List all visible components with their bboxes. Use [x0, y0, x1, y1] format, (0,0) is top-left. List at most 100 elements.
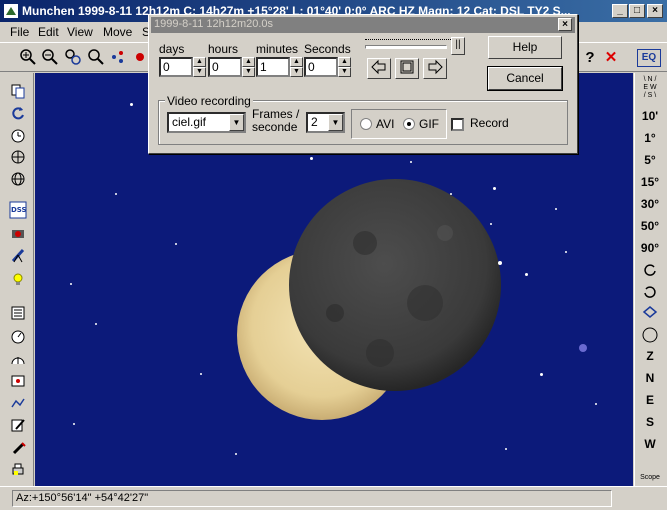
stop-button[interactable] [395, 58, 419, 79]
menu-view[interactable]: View [67, 25, 93, 39]
planet-dot[interactable] [579, 344, 587, 352]
hours-stepper[interactable]: 0 ▲ ▼ [208, 57, 256, 77]
fov-15deg-button[interactable]: 15° [635, 175, 665, 189]
scope-label[interactable]: Scope [635, 474, 665, 481]
hours-input[interactable]: 0 [208, 57, 242, 77]
chart-icon[interactable] [9, 373, 27, 391]
horizon-icon[interactable] [9, 351, 27, 369]
minutes-stepper[interactable]: 1 ▲ ▼ [256, 57, 304, 77]
right-toolbar: \ N / E W / S \ 10' 1° 5° 15° 30° 50° 90° … [634, 73, 667, 486]
minutes-label: minutes [256, 42, 299, 56]
seconds-stepper[interactable]: 0 ▲ ▼ [304, 57, 352, 77]
lightbulb-icon[interactable] [9, 271, 27, 289]
minutes-down-button[interactable]: ▼ [290, 67, 303, 77]
sun-icon[interactable] [130, 48, 150, 68]
telescope-icon[interactable] [9, 247, 27, 265]
copy-icon[interactable] [9, 83, 27, 101]
edit-icon[interactable] [9, 417, 27, 435]
line-tool-icon[interactable] [9, 395, 27, 413]
eq-button[interactable]: EQ [637, 49, 661, 67]
clock-icon[interactable] [9, 127, 27, 145]
projection-icon[interactable] [108, 48, 128, 68]
dss-icon[interactable]: DSS [9, 201, 27, 219]
seconds-input[interactable]: 0 [304, 57, 338, 77]
east-button[interactable]: E [635, 393, 665, 407]
cancel-button[interactable]: Cancel [487, 66, 563, 91]
moon[interactable] [289, 179, 501, 391]
fov-10min-button[interactable]: 10' [635, 109, 665, 123]
rotate-left-icon[interactable] [635, 284, 665, 301]
hours-down-button[interactable]: ▼ [242, 67, 255, 77]
speed-slider[interactable] [365, 39, 465, 49]
record-label: Record [470, 116, 509, 130]
north-button[interactable]: N [635, 371, 665, 385]
coordinates-readout: Az:+150°56'14" +54°42'27" [12, 490, 612, 507]
maximize-button[interactable]: □ [629, 4, 645, 18]
zenith-button[interactable]: Z [635, 349, 665, 363]
stop-icon [400, 60, 414, 74]
step-back-button[interactable] [367, 58, 391, 79]
frames-select[interactable]: 2 ▼ [306, 112, 345, 133]
fov-50deg-button[interactable]: 50° [635, 219, 665, 233]
app-icon [4, 4, 18, 18]
camera-icon[interactable] [9, 225, 27, 243]
days-down-button[interactable]: ▼ [193, 67, 206, 77]
days-stepper[interactable]: 0 ▲ ▼ [159, 57, 207, 77]
video-recording-label: Video recording [165, 94, 253, 108]
eraser-icon[interactable] [9, 439, 27, 457]
compass-icon[interactable] [9, 329, 27, 347]
rotate-right-icon[interactable] [635, 262, 665, 279]
avi-label: AVI [376, 117, 395, 131]
globe-icon[interactable] [9, 171, 27, 189]
hours-up-button[interactable]: ▲ [242, 57, 255, 67]
west-button[interactable]: W [635, 437, 665, 451]
close-button[interactable]: × [647, 4, 663, 18]
hours-label: hours [208, 42, 239, 56]
fov-1deg-button[interactable]: 1° [635, 131, 665, 145]
days-label: days [159, 42, 185, 56]
flip-icon[interactable] [635, 305, 665, 322]
south-button[interactable]: S [635, 415, 665, 429]
refresh-icon[interactable] [9, 105, 27, 123]
print-icon[interactable] [9, 462, 27, 480]
days-input[interactable]: 0 [159, 57, 193, 77]
minutes-up-button[interactable]: ▲ [290, 57, 303, 67]
step-forward-button[interactable] [423, 58, 447, 79]
minimize-button[interactable]: _ [612, 4, 628, 18]
slider-thumb[interactable]: || [451, 37, 465, 55]
zoom-tool-icon[interactable] [63, 48, 83, 68]
file-select[interactable]: ciel.gif ▼ [167, 112, 246, 133]
search-icon[interactable] [86, 48, 106, 68]
seconds-up-button[interactable]: ▲ [338, 57, 351, 67]
orientation-compass[interactable]: \ N / E W / S \ [635, 76, 665, 100]
chevron-down-icon[interactable]: ▼ [328, 114, 343, 131]
avi-radio[interactable] [360, 118, 372, 130]
reticle-icon[interactable] [635, 327, 665, 346]
record-checkbox[interactable] [451, 118, 464, 131]
menu-file[interactable]: File [10, 25, 29, 39]
days-up-button[interactable]: ▲ [193, 57, 206, 67]
chevron-down-icon[interactable]: ▼ [229, 114, 244, 131]
frames-label: Frames / seconde [252, 107, 300, 134]
fov-5deg-button[interactable]: 5° [635, 153, 665, 167]
seconds-down-button[interactable]: ▼ [338, 67, 351, 77]
gif-radio[interactable] [403, 118, 415, 130]
frames-select-value: 2 [311, 115, 318, 129]
help-icon[interactable]: ? [580, 48, 600, 68]
list-icon[interactable] [9, 305, 27, 323]
grid-icon[interactable] [9, 149, 27, 167]
zoom-out-icon[interactable] [40, 48, 60, 68]
fov-30deg-button[interactable]: 30° [635, 197, 665, 211]
stop-icon[interactable]: ✕ [601, 48, 621, 68]
fov-90deg-button[interactable]: 90° [635, 241, 665, 255]
left-toolbar: DSS [0, 73, 34, 486]
zoom-in-icon[interactable] [18, 48, 38, 68]
dialog-close-button[interactable]: × [558, 18, 572, 31]
dialog-title: 1999-8-11 12h12m20.0s [154, 18, 274, 30]
help-button[interactable]: Help [488, 36, 562, 59]
menu-edit[interactable]: Edit [38, 25, 59, 39]
menu-move[interactable]: Move [103, 25, 132, 39]
dialog-title-bar: 1999-8-11 12h12m20.0s × [151, 17, 575, 33]
arrow-right-icon [428, 59, 443, 75]
minutes-input[interactable]: 1 [256, 57, 290, 77]
